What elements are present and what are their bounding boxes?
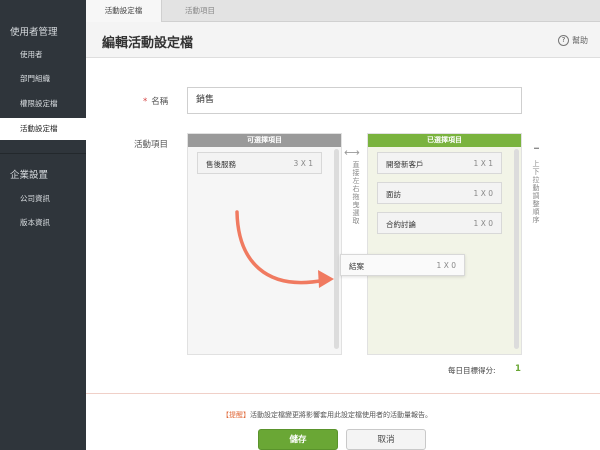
name-label: * 名稱 bbox=[143, 95, 168, 107]
name-input[interactable]: 銷售 bbox=[187, 87, 522, 114]
item-score: 1 X 1 bbox=[473, 159, 493, 168]
selected-items-header: 已選擇項目 bbox=[368, 134, 521, 147]
sidebar-item-users[interactable]: 使用者 bbox=[0, 44, 86, 66]
name-label-text: 名稱 bbox=[151, 97, 169, 107]
sidebar-section-enterprise-settings: 企業設置 bbox=[10, 170, 49, 181]
notice: 【提醒】活動設定檔變更將影響套用此設定檔使用者的活動量報告。 bbox=[222, 410, 432, 420]
item-name: 合約討論 bbox=[386, 220, 416, 229]
available-item-after-sales[interactable]: 售後服務 3 X 1 bbox=[197, 152, 322, 174]
sidebar-item-version-info[interactable]: 版本資訊 bbox=[0, 212, 86, 234]
help-label: 幫助 bbox=[572, 36, 588, 45]
tab-activity-profiles[interactable]: 活動設定檔 bbox=[86, 0, 162, 23]
notice-text: 活動設定檔變更將影響套用此設定檔使用者的活動量報告。 bbox=[250, 411, 432, 419]
daily-score-label: 每日目標得分: bbox=[448, 366, 496, 375]
drag-arrow-icon bbox=[235, 210, 334, 288]
save-button[interactable]: 儲存 bbox=[258, 429, 338, 450]
page-header: 編輯活動設定檔 ? 幫助 bbox=[86, 22, 600, 58]
tab-activity-items[interactable]: 活動項目 bbox=[162, 0, 238, 22]
footer-divider bbox=[86, 393, 600, 394]
selected-item-contract-discussion[interactable]: 合約討論 1 X 0 bbox=[377, 212, 502, 234]
item-name: 結案 bbox=[349, 262, 364, 271]
item-score: 3 X 1 bbox=[293, 159, 313, 168]
required-mark: * bbox=[143, 97, 148, 107]
selected-scrollbar[interactable] bbox=[514, 149, 519, 349]
reorder-hint-mark: I bbox=[532, 147, 540, 151]
item-score: 1 X 0 bbox=[436, 261, 456, 270]
sidebar-item-permission-profiles[interactable]: 權限設定檔 bbox=[0, 93, 86, 115]
dragging-item-close-deal[interactable]: 結案 1 X 0 bbox=[340, 254, 465, 276]
notice-tag: 【提醒】 bbox=[222, 411, 250, 419]
reorder-hint: 上下拉動調整順序 bbox=[532, 160, 540, 224]
item-score: 1 X 0 bbox=[473, 189, 493, 198]
question-circle-icon: ? bbox=[558, 35, 569, 46]
sidebar-divider bbox=[0, 153, 86, 154]
selected-item-new-client[interactable]: 開發新客戶 1 X 1 bbox=[377, 152, 502, 174]
tab-bar: 活動設定檔 活動項目 bbox=[86, 0, 600, 23]
item-name: 售後服務 bbox=[206, 160, 236, 169]
activity-items-label: 活動項目 bbox=[134, 140, 169, 150]
swap-arrows-icon: ⟷ bbox=[344, 146, 360, 159]
sidebar-item-activity-profiles[interactable]: 活動設定檔 bbox=[0, 118, 86, 140]
sidebar-item-company-info[interactable]: 公司資訊 bbox=[0, 188, 86, 210]
item-score: 1 X 0 bbox=[473, 219, 493, 228]
sidebar: 使用者管理 使用者 部門組織 權限設定檔 活動設定檔 企業設置 公司資訊 版本資… bbox=[0, 0, 86, 450]
page-title: 編輯活動設定檔 bbox=[102, 36, 194, 51]
daily-score-value: 1 bbox=[515, 364, 521, 374]
item-name: 面訪 bbox=[386, 190, 401, 199]
available-items-header: 可選擇項目 bbox=[188, 134, 341, 147]
cancel-button[interactable]: 取消 bbox=[346, 429, 426, 450]
help-link[interactable]: ? 幫助 bbox=[558, 35, 588, 46]
drag-hint-horizontal: 直接左右拖曳選取 bbox=[352, 161, 360, 225]
sidebar-item-departments[interactable]: 部門組織 bbox=[0, 68, 86, 90]
selected-item-visit[interactable]: 面訪 1 X 0 bbox=[377, 182, 502, 204]
item-name: 開發新客戶 bbox=[386, 160, 424, 169]
sidebar-section-user-management: 使用者管理 bbox=[10, 27, 58, 38]
